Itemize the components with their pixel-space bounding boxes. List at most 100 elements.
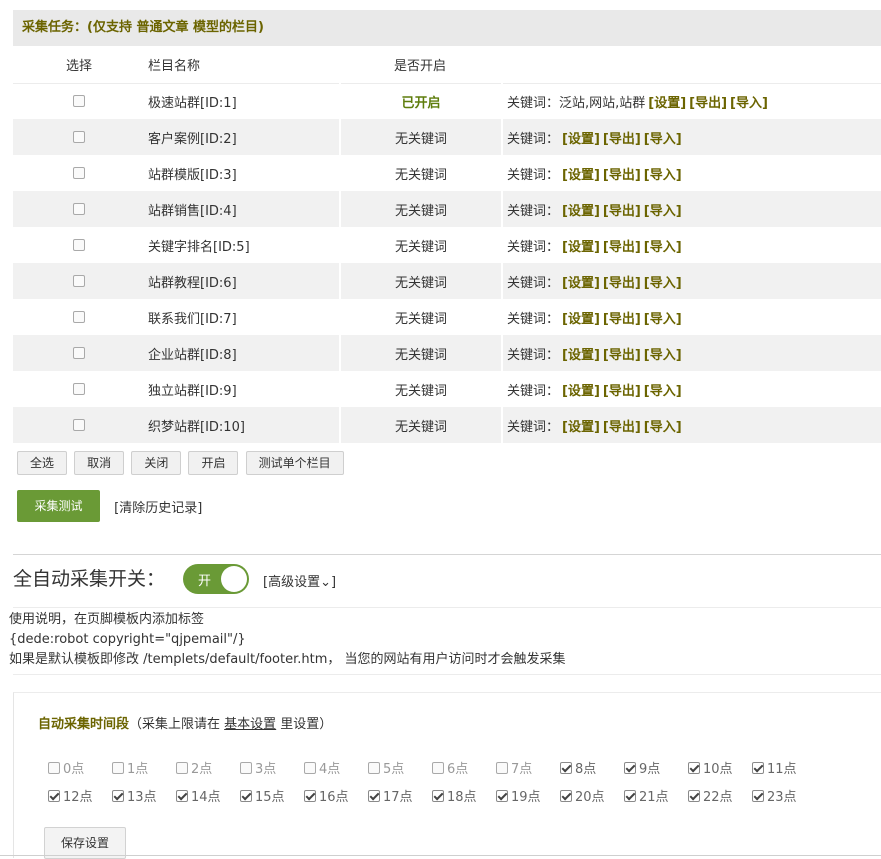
- keyword-export-link[interactable]: [导出]: [603, 240, 641, 255]
- hour-checkbox[interactable]: [112, 762, 124, 774]
- hour-checkbox[interactable]: [432, 790, 444, 802]
- hour-option[interactable]: 23点: [752, 786, 797, 805]
- keyword-set-link[interactable]: [设置]: [648, 96, 686, 111]
- keyword-export-link[interactable]: [导出]: [603, 420, 641, 435]
- row-select-checkbox[interactable]: [73, 239, 85, 251]
- hour-option[interactable]: 17点: [368, 786, 413, 805]
- hour-checkbox[interactable]: [48, 762, 60, 774]
- hour-option[interactable]: 9点: [624, 758, 660, 777]
- hour-checkbox[interactable]: [624, 790, 636, 802]
- keyword-import-link[interactable]: [导入]: [644, 204, 682, 219]
- column-state[interactable]: 已开启: [401, 96, 440, 111]
- keyword-set-link[interactable]: [设置]: [562, 420, 600, 435]
- row-select-checkbox[interactable]: [73, 167, 85, 179]
- keyword-export-link[interactable]: [导出]: [603, 276, 641, 291]
- hour-option[interactable]: 16点: [304, 786, 349, 805]
- keyword-set-link[interactable]: [设置]: [562, 204, 600, 219]
- hour-checkbox[interactable]: [752, 790, 764, 802]
- hour-checkbox[interactable]: [496, 762, 508, 774]
- keyword-import-link[interactable]: [导入]: [644, 384, 682, 399]
- keyword-import-link[interactable]: [导入]: [644, 420, 682, 435]
- auto-collect-toggle[interactable]: 开: [183, 564, 249, 594]
- hour-checkbox[interactable]: [688, 790, 700, 802]
- hour-option[interactable]: 3点: [240, 758, 276, 777]
- hour-option[interactable]: 18点: [432, 786, 477, 805]
- select-all-button[interactable]: 全选: [17, 451, 68, 475]
- hour-option[interactable]: 15点: [240, 786, 285, 805]
- keyword-import-link[interactable]: [导入]: [644, 240, 682, 255]
- row-select-checkbox[interactable]: [73, 311, 85, 323]
- hour-option[interactable]: 20点: [560, 786, 605, 805]
- keyword-export-link[interactable]: [导出]: [603, 384, 641, 399]
- hour-option[interactable]: 19点: [496, 786, 541, 805]
- keyword-export-link[interactable]: [导出]: [689, 96, 727, 111]
- row-select-checkbox[interactable]: [73, 347, 85, 359]
- hour-checkbox[interactable]: [496, 790, 508, 802]
- hour-option[interactable]: 13点: [112, 786, 157, 805]
- keyword-export-link[interactable]: [导出]: [603, 348, 641, 363]
- hour-option[interactable]: 14点: [176, 786, 221, 805]
- hour-checkbox[interactable]: [688, 762, 700, 774]
- hour-option[interactable]: 12点: [48, 786, 93, 805]
- hour-checkbox[interactable]: [560, 790, 572, 802]
- test-single-column-button[interactable]: 测试单个栏目: [245, 451, 344, 475]
- hour-option[interactable]: 22点: [688, 786, 733, 805]
- basic-settings-link[interactable]: 基本设置: [224, 717, 276, 732]
- advanced-settings-link[interactable]: [高级设置⌄]: [263, 571, 336, 590]
- hour-checkbox[interactable]: [752, 762, 764, 774]
- keyword-set-link[interactable]: [设置]: [562, 348, 600, 363]
- keyword-import-link[interactable]: [导入]: [644, 132, 682, 147]
- hour-checkbox[interactable]: [304, 790, 316, 802]
- hour-option[interactable]: 8点: [560, 758, 596, 777]
- keyword-import-link[interactable]: [导入]: [730, 96, 768, 111]
- column-state: 无关键词: [394, 131, 447, 147]
- keyword-set-link[interactable]: [设置]: [562, 168, 600, 183]
- hour-option[interactable]: 11点: [752, 758, 797, 777]
- hour-checkbox[interactable]: [560, 762, 572, 774]
- row-select-checkbox[interactable]: [73, 383, 85, 395]
- keyword-set-link[interactable]: [设置]: [562, 312, 600, 327]
- hour-checkbox[interactable]: [176, 790, 188, 802]
- row-select-checkbox[interactable]: [73, 275, 85, 287]
- close-button[interactable]: 关闭: [131, 451, 182, 475]
- hour-option[interactable]: 10点: [688, 758, 733, 777]
- hour-option[interactable]: 2点: [176, 758, 212, 777]
- hour-option[interactable]: 4点: [304, 758, 340, 777]
- hour-checkbox[interactable]: [240, 762, 252, 774]
- keyword-export-link[interactable]: [导出]: [603, 168, 641, 183]
- hour-option[interactable]: 6点: [432, 758, 468, 777]
- hour-checkbox[interactable]: [48, 790, 60, 802]
- row-select-checkbox[interactable]: [73, 419, 85, 431]
- keyword-import-link[interactable]: [导入]: [644, 168, 682, 183]
- hour-option[interactable]: 5点: [368, 758, 404, 777]
- hour-checkbox[interactable]: [176, 762, 188, 774]
- keyword-import-link[interactable]: [导入]: [644, 276, 682, 291]
- hour-checkbox[interactable]: [304, 762, 316, 774]
- hour-option[interactable]: 0点: [48, 758, 84, 777]
- hour-checkbox[interactable]: [368, 790, 380, 802]
- cancel-button[interactable]: 取消: [74, 451, 125, 475]
- row-select-checkbox[interactable]: [73, 95, 85, 108]
- open-button[interactable]: 开启: [188, 451, 239, 475]
- keyword-set-link[interactable]: [设置]: [562, 384, 600, 399]
- keyword-set-link[interactable]: [设置]: [562, 240, 600, 255]
- keyword-export-link[interactable]: [导出]: [603, 312, 641, 327]
- hour-checkbox[interactable]: [368, 762, 380, 774]
- keyword-import-link[interactable]: [导入]: [644, 348, 682, 363]
- hour-option[interactable]: 7点: [496, 758, 532, 777]
- keyword-set-link[interactable]: [设置]: [562, 132, 600, 147]
- hour-checkbox[interactable]: [112, 790, 124, 802]
- row-select-checkbox[interactable]: [73, 203, 85, 215]
- hour-checkbox[interactable]: [432, 762, 444, 774]
- collect-test-button[interactable]: 采集测试: [17, 490, 100, 522]
- hour-option[interactable]: 1点: [112, 758, 148, 777]
- row-select-checkbox[interactable]: [73, 131, 85, 143]
- keyword-export-link[interactable]: [导出]: [603, 204, 641, 219]
- hour-checkbox[interactable]: [624, 762, 636, 774]
- keyword-export-link[interactable]: [导出]: [603, 132, 641, 147]
- hour-option[interactable]: 21点: [624, 786, 669, 805]
- hour-checkbox[interactable]: [240, 790, 252, 802]
- keyword-import-link[interactable]: [导入]: [644, 312, 682, 327]
- keyword-set-link[interactable]: [设置]: [562, 276, 600, 291]
- clear-history-link[interactable]: [清除历史记录]: [114, 501, 202, 516]
